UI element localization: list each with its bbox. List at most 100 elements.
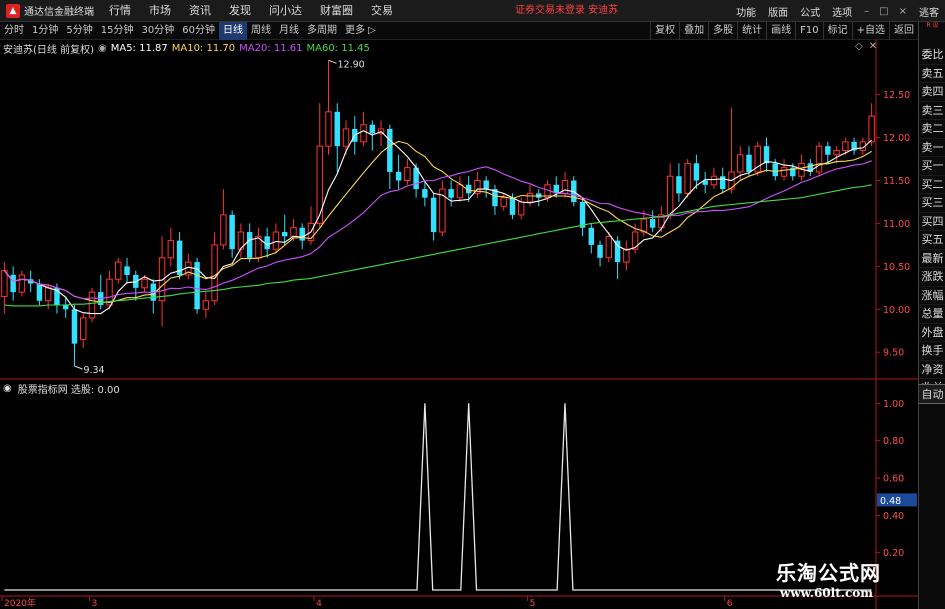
- btn-mark[interactable]: 标记: [822, 22, 852, 40]
- candle-body-down: [369, 124, 376, 134]
- btn-multi-stock[interactable]: 多股: [708, 22, 737, 40]
- minimize-icon[interactable]: –: [862, 6, 871, 17]
- candle: [763, 137, 770, 172]
- candle-body-down: [763, 146, 770, 164]
- candle: [71, 305, 78, 366]
- menu-wealth-circle[interactable]: 财富圈: [311, 0, 362, 22]
- candle-body-down: [36, 283, 43, 301]
- tf-15min[interactable]: 15分钟: [97, 22, 138, 40]
- candle: [18, 270, 26, 297]
- menu-market-quotes[interactable]: 行情: [100, 0, 140, 22]
- menu-market[interactable]: 市场: [140, 0, 180, 22]
- quote-field-5: 卖一: [919, 139, 945, 157]
- tf-monthly[interactable]: 月线: [275, 22, 303, 40]
- candle: [500, 193, 507, 211]
- signal-line: [4, 403, 872, 591]
- menu-trade[interactable]: 交易: [362, 0, 402, 22]
- quote-field-12: 涨跌: [919, 268, 945, 287]
- candle: [825, 141, 831, 164]
- candle-body-up: [666, 175, 674, 216]
- quote-field-11: 最新: [919, 250, 945, 268]
- login-warning[interactable]: 证券交易未登录 安迪苏: [515, 0, 618, 22]
- candle-body-down: [825, 146, 831, 155]
- tdx-logo-icon: ▲: [6, 3, 20, 18]
- candle: [360, 111, 367, 147]
- candle-body-down: [246, 232, 253, 258]
- menu-news[interactable]: 资讯: [180, 0, 220, 22]
- time-tick-label: 2020年: [4, 597, 36, 609]
- tf-1min[interactable]: 1分钟: [28, 22, 62, 40]
- tf-60min[interactable]: 60分钟: [178, 22, 219, 40]
- candle-body-up: [605, 235, 613, 259]
- quote-field-15: 外盘: [919, 324, 945, 342]
- price-tick-label: 10.50: [883, 262, 910, 273]
- candle: [597, 240, 603, 267]
- guest-label[interactable]: 逃客: [913, 4, 945, 19]
- menu-ask[interactable]: 问小达: [260, 0, 311, 22]
- tf-30min[interactable]: 30分钟: [137, 22, 178, 40]
- candle-body-up: [631, 231, 639, 250]
- btn-stats[interactable]: 统计: [737, 22, 766, 40]
- candle-body-up: [80, 317, 87, 340]
- side-label: R 设: [926, 22, 939, 29]
- candle-body-up: [842, 141, 849, 151]
- tf-multi-period[interactable]: 多周期: [303, 22, 341, 40]
- candle: [815, 141, 823, 177]
- candle-body-down: [483, 180, 489, 190]
- tf-daily[interactable]: 日线: [218, 21, 247, 40]
- candle-body-up: [623, 248, 630, 263]
- candle-body-down: [772, 163, 778, 177]
- close-icon[interactable]: ×: [897, 6, 909, 17]
- menu-layout[interactable]: 版面: [762, 4, 794, 19]
- menu-options[interactable]: 选项: [826, 4, 858, 19]
- candle-body-down: [676, 176, 682, 194]
- candle: [194, 257, 200, 314]
- btn-add-watchlist[interactable]: +自选: [851, 22, 889, 40]
- menu-formula[interactable]: 公式: [794, 4, 826, 19]
- indicator-tick-label: 1.00: [883, 399, 904, 410]
- tf-intraday[interactable]: 分时: [0, 22, 28, 40]
- candlestick-chart[interactable]: 12.50 12.00 11.50 11.00 10.50 10.00 9.50 12.90 9…: [0, 40, 918, 380]
- window-controls: – □ ×: [858, 6, 913, 17]
- candle: [202, 292, 210, 318]
- candle: [439, 180, 446, 237]
- btn-adjust[interactable]: 复权: [650, 22, 679, 40]
- quote-field-13: 涨幅: [919, 287, 945, 305]
- quote-field-14: 总量: [919, 305, 945, 324]
- candle: [133, 270, 139, 301]
- tf-5min[interactable]: 5分钟: [62, 22, 96, 40]
- time-tick-label: 3: [92, 599, 98, 609]
- candle: [395, 154, 402, 190]
- maximize-icon[interactable]: □: [877, 6, 890, 17]
- candle: [246, 223, 253, 263]
- menu-discover[interactable]: 发现: [220, 0, 260, 22]
- candle: [185, 253, 192, 280]
- candle-body-down: [334, 111, 340, 147]
- btn-f10[interactable]: F10: [795, 22, 822, 40]
- tf-more[interactable]: 更多 ▷: [341, 22, 380, 40]
- candle: [456, 176, 464, 202]
- candle: [80, 313, 87, 348]
- price-tick-label: 11.00: [883, 219, 910, 230]
- candle-body-down: [299, 227, 305, 241]
- quote-field-17: 净资: [919, 361, 945, 379]
- menu-function[interactable]: 功能: [730, 4, 762, 19]
- app-logo: ▲ 通达信金融终端: [0, 0, 100, 22]
- candle: [684, 159, 691, 198]
- candle: [10, 266, 16, 301]
- indicator-tick-label: 0.80: [883, 436, 904, 447]
- candle: [158, 236, 166, 327]
- quote-field-0: 委比: [919, 46, 945, 65]
- btn-back[interactable]: 返回: [889, 22, 918, 40]
- candle-body-down: [395, 171, 402, 181]
- candle-body-up: [518, 201, 525, 216]
- tf-weekly[interactable]: 周线: [247, 22, 275, 40]
- btn-overlay[interactable]: 叠加: [679, 22, 708, 40]
- auto-button[interactable]: 自动: [919, 384, 945, 404]
- candle-body-down: [693, 163, 700, 181]
- candle: [176, 232, 183, 280]
- btn-draw[interactable]: 画线: [766, 22, 795, 40]
- candle: [719, 167, 726, 194]
- candle: [342, 120, 350, 155]
- quote-field-7: 买二: [919, 176, 945, 194]
